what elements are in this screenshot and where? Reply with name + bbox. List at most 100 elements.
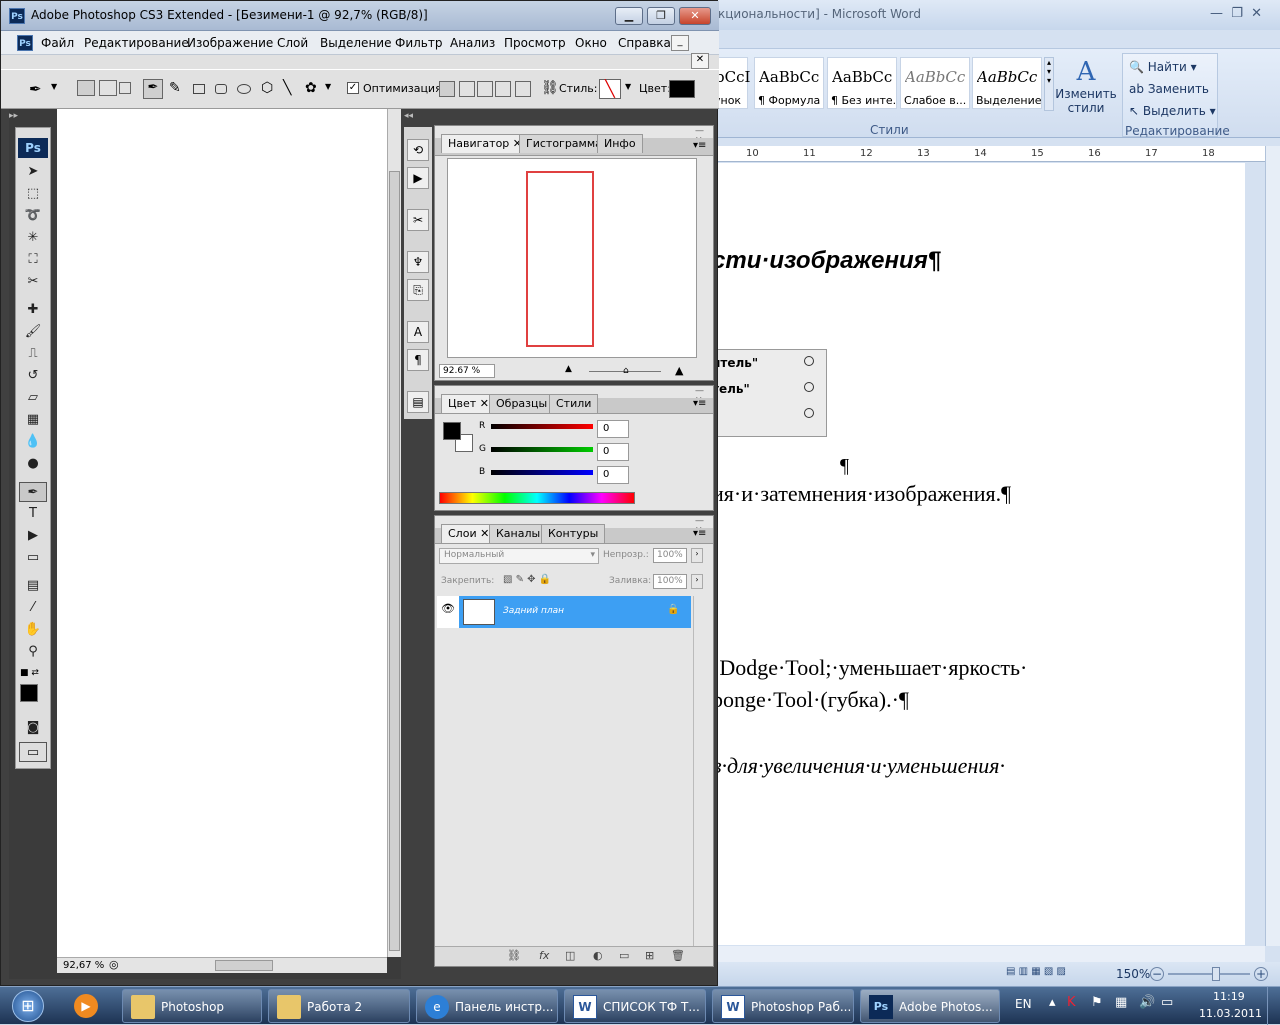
polygon-icon[interactable]: ⬡ (261, 80, 273, 96)
show-hidden-icon[interactable]: ▴ (1049, 995, 1056, 1010)
doc-minimize-button[interactable]: _ (671, 35, 689, 51)
default-colors-icon[interactable]: ■ ⇄ (20, 668, 39, 678)
fill-pixels-icon[interactable] (119, 82, 131, 94)
freeform-pen-icon[interactable]: ✎ (169, 80, 181, 96)
magic-wand-icon[interactable]: ✳ (19, 228, 47, 248)
optimize-checkbox[interactable]: ✓ (347, 82, 359, 94)
eye-icon[interactable]: 👁 (441, 602, 457, 620)
view-box[interactable] (526, 171, 594, 347)
adjustment-icon[interactable]: ◐ (593, 949, 603, 962)
actions-icon[interactable]: ▶ (407, 167, 429, 189)
color-ramp[interactable] (439, 492, 635, 504)
clock-time[interactable]: 11:19 (1213, 990, 1245, 1003)
color-swatch[interactable] (669, 80, 695, 98)
panel-menu-icon[interactable]: ▾≡ (693, 140, 706, 151)
style-gallery-item[interactable]: AaBbCc ¶ Формула (754, 57, 824, 109)
taskbar-button[interactable]: Photoshop (122, 989, 262, 1023)
fill-field[interactable]: 100% (653, 574, 687, 589)
healing-brush-icon[interactable]: ✚ (19, 300, 47, 320)
language-indicator[interactable]: EN (1015, 997, 1032, 1011)
document-page[interactable]: сти·изображения¶ итель" тель" ¶ ия·и·зат… (710, 163, 1245, 945)
line-icon[interactable]: ╲ (283, 80, 291, 96)
hand-tool-icon[interactable]: ✋ (19, 620, 47, 640)
combine-icon[interactable] (515, 81, 531, 97)
menu-analysis[interactable]: Анализ (450, 36, 495, 50)
pen-tool-icon[interactable]: ✒ (19, 482, 47, 502)
move-tool-icon[interactable]: ➤ (19, 162, 47, 182)
menu-view[interactable]: Просмотр (504, 36, 566, 50)
zoom-tool-icon[interactable]: ⚲ (19, 642, 47, 662)
group-icon[interactable]: ▭ (619, 949, 629, 962)
select-button[interactable]: ↖ Выделить ▾ (1129, 104, 1216, 118)
canvas-vertical-scrollbar[interactable] (387, 109, 401, 957)
opacity-arrow[interactable]: › (691, 548, 703, 563)
tab-paths[interactable]: Контуры (541, 524, 606, 543)
horizontal-ruler[interactable]: 10 11 12 13 14 15 16 17 18 (710, 146, 1265, 162)
tool-presets-icon[interactable]: ✂ (407, 209, 429, 231)
menu-edit[interactable]: Редактирование (84, 36, 189, 50)
start-button[interactable]: ⊞ (2, 987, 60, 1025)
antivirus-icon[interactable]: K (1067, 995, 1076, 1010)
style-gallery-item[interactable]: AaBbCc ¶ Без инте... (827, 57, 897, 109)
paths-icon[interactable] (99, 80, 117, 96)
change-styles-button[interactable]: A Изменить стили (1054, 57, 1118, 119)
navigator-preview[interactable] (447, 158, 697, 358)
blur-tool-icon[interactable]: 💧 (19, 432, 47, 452)
layer-selected[interactable]: Задний план 🔒 (459, 596, 691, 628)
red-slider[interactable] (491, 424, 593, 429)
zoom-level[interactable]: 150% (1116, 967, 1150, 981)
media-player-icon[interactable]: ▶ (68, 989, 104, 1023)
clone-source-icon[interactable]: ⎘ (407, 279, 429, 301)
status-zoom[interactable]: 92,67 % (63, 960, 104, 971)
link-layers-icon[interactable]: ⛓ (507, 949, 521, 962)
rounded-rectangle-icon[interactable] (215, 84, 227, 94)
slice-tool-icon[interactable]: ✂ (19, 272, 47, 292)
chevron-down-icon[interactable]: ▼ (325, 82, 331, 91)
document-canvas[interactable] (57, 109, 387, 957)
notes-tool-icon[interactable]: ▤ (19, 576, 47, 596)
style-picker[interactable]: ╲ (599, 79, 621, 99)
word-window-controls[interactable]: — ❐ ✕ (1210, 6, 1272, 24)
style-gallery-scroll[interactable]: ▴ ▾ ▾ (1044, 57, 1054, 111)
add-to-area-icon[interactable] (439, 81, 455, 97)
menu-filter[interactable]: Фильтр (395, 36, 442, 50)
style-gallery-item[interactable]: AaBbCc Слабое в... (900, 57, 970, 109)
new-layer-icon[interactable]: ⊞ (645, 949, 654, 962)
tab-swatches[interactable]: Образцы (489, 394, 555, 413)
green-value[interactable]: 0 (597, 443, 629, 461)
device-icon[interactable]: ▭ (1161, 995, 1173, 1010)
taskbar-button[interactable]: Работа 2 (268, 989, 410, 1023)
fx-icon[interactable]: fx (539, 949, 549, 962)
quick-mask-icon[interactable]: ◙ (19, 718, 47, 738)
tab-channels[interactable]: Каналы (489, 524, 548, 543)
style-gallery-item[interactable]: AaBbCc Выделение (972, 57, 1042, 109)
menu-layer[interactable]: Слой (277, 36, 308, 50)
clone-stamp-icon[interactable]: ⎍ (19, 344, 47, 364)
panel-menu-icon[interactable]: ▾≡ (693, 528, 706, 539)
layer-row[interactable]: 👁 Задний план 🔒 (437, 596, 691, 628)
replace-button[interactable]: ab Заменить (1129, 82, 1209, 96)
menu-select[interactable]: Выделение (320, 36, 391, 50)
gradient-tool-icon[interactable]: ▦ (19, 410, 47, 430)
shape-tool-icon[interactable]: ▭ (19, 548, 47, 568)
navigator-zoom-slider[interactable]: ▲ ⌂ ▲ (565, 364, 695, 378)
view-buttons[interactable]: ▤ ▥ ▦ ▧ ▨ (1006, 966, 1106, 982)
brushes-icon[interactable]: ♆ (407, 251, 429, 273)
hscroll-thumb[interactable] (215, 960, 273, 971)
color-foreground-swatch[interactable] (443, 422, 461, 440)
dodge-tool-icon[interactable]: ● (19, 454, 47, 474)
menu-help[interactable]: Справка (618, 36, 671, 50)
blend-mode-select[interactable]: Нормальный ▾ (439, 548, 599, 564)
screen-mode-icon[interactable]: ▭ (19, 742, 47, 762)
pen-icon[interactable]: ✒ (143, 79, 163, 99)
pen-tool-icon[interactable]: ✒ (29, 80, 42, 98)
word-horizontal-scrollbar[interactable] (710, 946, 1265, 962)
custom-shape-icon[interactable]: ✿ (305, 80, 317, 96)
doc-close-button[interactable]: ✕ (691, 53, 709, 69)
status-menu-icon[interactable]: ◎ (109, 958, 119, 971)
mask-icon[interactable]: ◫ (565, 949, 575, 962)
tab-styles[interactable]: Стили (549, 394, 599, 413)
layers-scrollbar[interactable] (693, 596, 711, 948)
tab-navigator[interactable]: Навигатор ✕ (441, 134, 530, 153)
word-vertical-scrollbar[interactable] (1265, 146, 1280, 946)
